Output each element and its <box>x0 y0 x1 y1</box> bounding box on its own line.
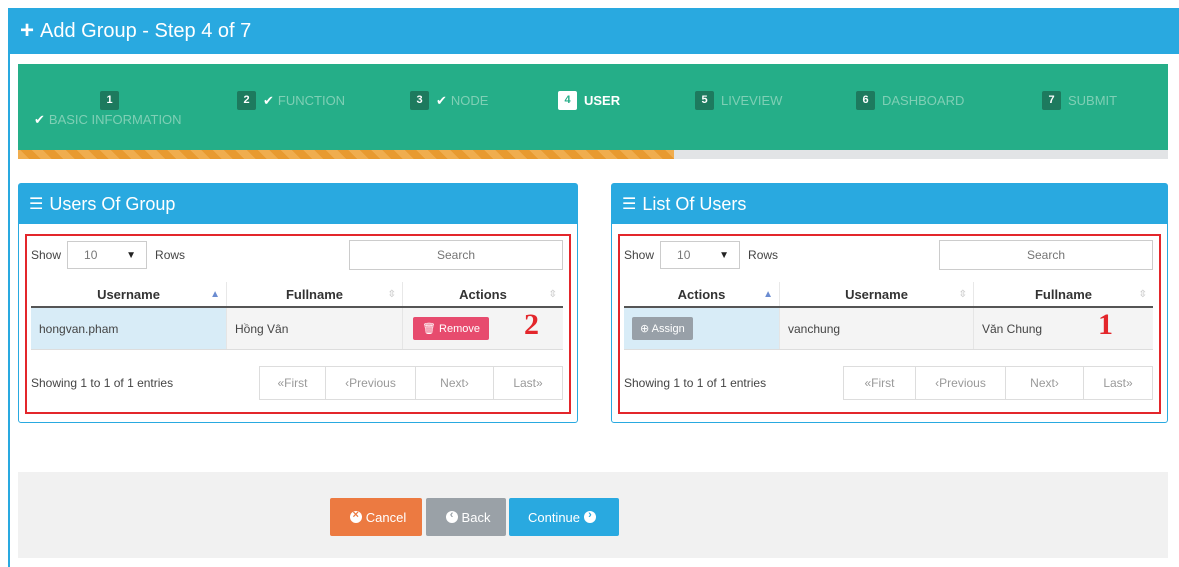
rows-select[interactable]: 10 ▼ <box>67 241 148 269</box>
sort-icon: ⇳ <box>387 288 396 300</box>
step-number: 7 <box>1042 91 1061 110</box>
pager-first-button[interactable]: « First <box>260 367 326 399</box>
page-title: Add Group - Step 4 of 7 <box>40 19 252 42</box>
wizard-progress-fill <box>18 150 674 159</box>
panel-title: List Of Users <box>642 193 747 214</box>
plus-icon: + <box>20 17 35 44</box>
panel-header: ☰ List Of Users <box>612 184 1167 224</box>
cancel-button[interactable]: × Cancel <box>330 498 422 536</box>
step-number: 4 <box>558 91 577 110</box>
list-of-users-table: Actions ▲ Username ⇳ Fullname ⇳ ⊕ Assign va… <box>624 282 1153 350</box>
sort-asc-icon: ▲ <box>763 288 773 300</box>
column-actions[interactable]: Actions ▲ <box>624 282 780 306</box>
list-icon: ☰ <box>29 196 44 213</box>
list-icon: ☰ <box>622 196 637 213</box>
column-actions[interactable]: Actions ⇳ <box>403 282 563 306</box>
column-fullname[interactable]: Fullname ⇳ <box>227 282 403 306</box>
check-icon: ✔ <box>436 93 447 108</box>
cell-fullname: Hồng Vân <box>227 308 403 349</box>
annotation-box-1: Show 10 ▼ Rows Actions▲ Username⇳ Fullna… <box>618 234 1161 414</box>
pagination: « First ‹ Previous Next › Last » <box>843 366 1153 400</box>
table-footer: Showing 1 to 1 of 1 entries « First ‹ Pr… <box>31 366 563 400</box>
caret-down-icon: ▼ <box>719 249 730 261</box>
panel-header: ☰ Users Of Group <box>19 184 577 224</box>
cell-fullname: Văn Chung <box>982 321 1043 336</box>
entries-info: Showing 1 to 1 of 1 entries <box>624 376 767 390</box>
column-username[interactable]: Username ⇳ <box>780 282 974 306</box>
sort-asc-icon: ▲ <box>210 288 220 300</box>
step-number: 2 <box>237 91 256 110</box>
pager-last-button[interactable]: Last » <box>1084 367 1152 399</box>
annotation-number-2: 2 <box>524 308 539 341</box>
plus-circle-icon: ⊕ <box>640 323 650 335</box>
assign-button[interactable]: ⊕ Assign <box>632 317 693 340</box>
wizard-step-7[interactable]: 7 SUBMIT <box>1042 91 1117 110</box>
wizard-step-3[interactable]: 3 ✔ NODE <box>410 91 488 110</box>
pager-previous-button[interactable]: ‹ Previous <box>916 367 1006 399</box>
users-of-group-table: Username ▲ Fullname ⇳ Actions ⇳ hongvan.pha… <box>31 282 563 350</box>
table-row: hongvan.pham Hồng Vân 🗑 Remove <box>31 308 563 350</box>
search-input[interactable] <box>939 240 1153 270</box>
annotation-number-1: 1 <box>1098 308 1113 341</box>
wizard-step-5[interactable]: 5 LIVEVIEW <box>695 91 782 110</box>
panel-title: Users Of Group <box>49 193 176 214</box>
wizard-steps: 1 ✔ BASIC INFORMATION 2 ✔ FUNCTION 3 ✔ NODE… <box>18 64 1168 159</box>
table-controls: Show 10 ▼ Rows <box>624 240 1153 270</box>
step-number: 1 <box>100 91 119 110</box>
check-icon: ✔ <box>263 93 274 108</box>
back-button[interactable]: ‹ Back <box>426 498 506 536</box>
rows-label: Rows <box>155 248 186 262</box>
pager-next-button[interactable]: Next › <box>1006 367 1084 399</box>
wizard-step-4[interactable]: 4 USER <box>558 91 620 110</box>
pager-previous-button[interactable]: ‹ Previous <box>326 367 416 399</box>
left-border <box>8 8 10 567</box>
table-header: Username ▲ Fullname ⇳ Actions ⇳ <box>31 282 563 308</box>
show-label: Show <box>31 248 62 262</box>
cell-username: hongvan.pham <box>31 308 227 349</box>
table-row: ⊕ Assign vanchung Văn Chung <box>624 308 1153 350</box>
cell-username: vanchung <box>780 308 974 349</box>
rows-label: Rows <box>748 248 779 262</box>
step-number: 6 <box>856 91 875 110</box>
continue-button[interactable]: Continue › <box>509 498 619 536</box>
pager-next-button[interactable]: Next › <box>416 367 494 399</box>
check-icon: ✔ <box>34 112 45 127</box>
times-circle-icon: × <box>349 509 362 523</box>
wizard-step-1-label[interactable]: ✔ BASIC INFORMATION <box>34 112 182 128</box>
pager-first-button[interactable]: « First <box>844 367 916 399</box>
step-number: 5 <box>695 91 714 110</box>
wizard-step-6[interactable]: 6 DASHBOARD <box>856 91 964 110</box>
sort-icon: ⇳ <box>1138 288 1147 300</box>
wizard-step-2[interactable]: 2 ✔ FUNCTION <box>237 91 345 110</box>
pagination: « First ‹ Previous Next › Last » <box>259 366 563 400</box>
column-fullname[interactable]: Fullname ⇳ <box>974 282 1153 306</box>
table-footer: Showing 1 to 1 of 1 entries « First ‹ Pr… <box>624 366 1153 400</box>
list-of-users-panel: ☰ List Of Users Show 10 ▼ Rows Actions▲ … <box>611 183 1168 423</box>
sort-icon: ⇳ <box>548 288 557 300</box>
cell-actions: 🗑 Remove <box>403 308 563 349</box>
table-header: Actions ▲ Username ⇳ Fullname ⇳ <box>624 282 1153 308</box>
users-of-group-panel: ☰ Users Of Group Show 10 ▼ Rows Username… <box>18 183 578 423</box>
table-controls: Show 10 ▼ Rows <box>31 240 563 270</box>
annotation-box-2: Show 10 ▼ Rows Username▲ Fullname⇳ Actio… <box>25 234 571 414</box>
pager-last-button[interactable]: Last » <box>494 367 562 399</box>
show-label: Show <box>624 248 655 262</box>
entries-info: Showing 1 to 1 of 1 entries <box>31 376 174 390</box>
wizard-step-1[interactable]: 1 <box>100 91 126 110</box>
search-input[interactable] <box>349 240 563 270</box>
column-username[interactable]: Username ▲ <box>31 282 227 306</box>
caret-down-icon: ▼ <box>126 249 137 261</box>
trash-icon: 🗑 <box>422 323 436 335</box>
wizard-progress-bar <box>18 150 1168 159</box>
arrow-left-circle-icon: ‹ <box>445 509 458 523</box>
rows-select[interactable]: 10 ▼ <box>660 241 741 269</box>
sort-icon: ⇳ <box>958 288 967 300</box>
arrow-right-circle-icon: › <box>584 509 597 523</box>
step-number: 3 <box>410 91 429 110</box>
page-header: + Add Group - Step 4 of 7 <box>10 8 1179 54</box>
cell-actions: ⊕ Assign <box>624 308 780 349</box>
remove-button[interactable]: 🗑 Remove <box>413 317 489 340</box>
